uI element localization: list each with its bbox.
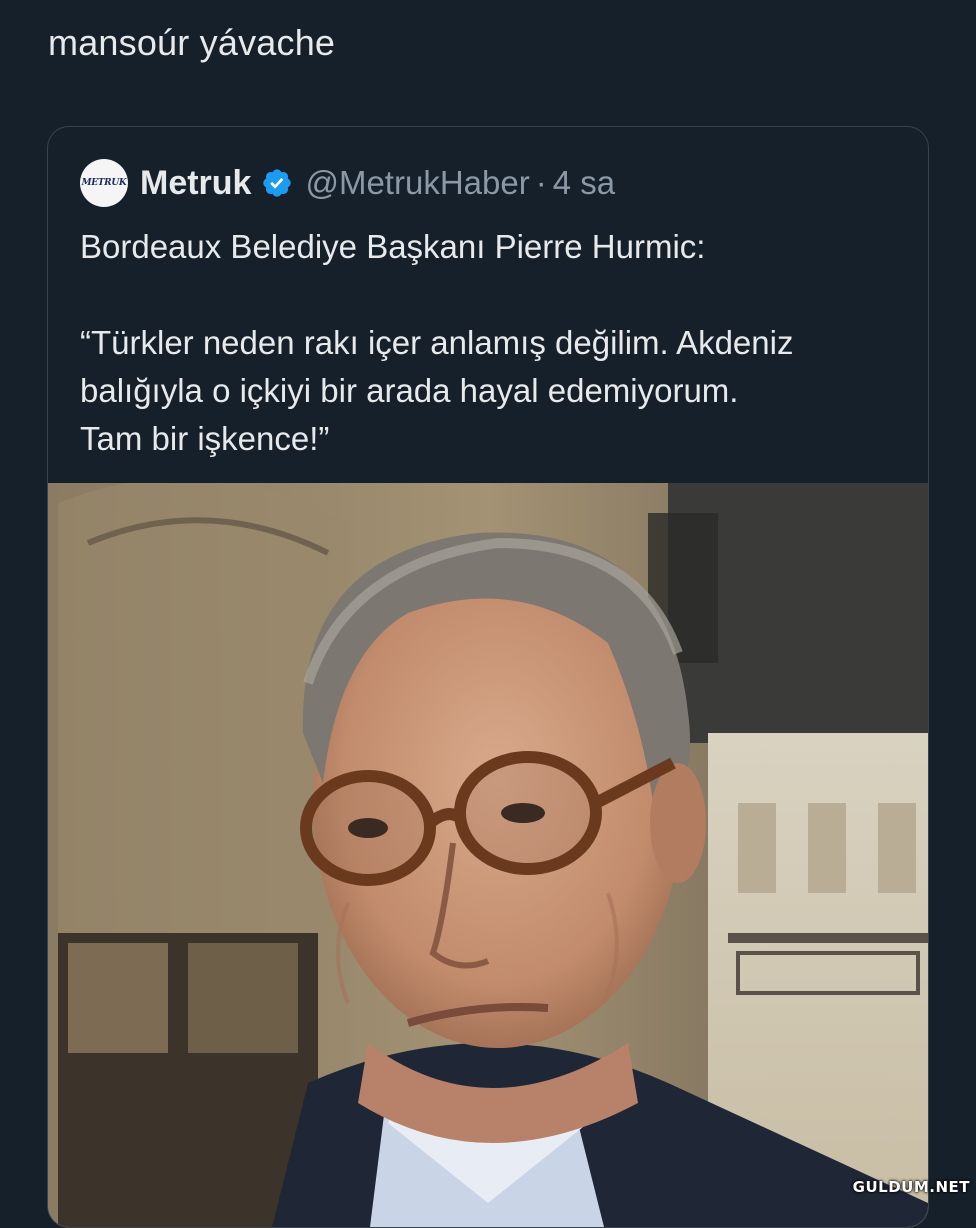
watermark: GULDUM.NET [852,1178,970,1196]
quoted-tweet-header: METRUK Metruk @MetrukHaber · 4 sa [80,157,615,209]
user-handle[interactable]: @MetrukHaber [305,164,529,202]
display-name[interactable]: Metruk [140,164,251,203]
separator-dot: · [535,164,547,201]
person-photo-icon [48,483,928,1227]
verified-badge-icon [261,167,293,199]
quoted-tweet-card[interactable]: METRUK Metruk @MetrukHaber · 4 sa Bordea… [47,126,929,1228]
avatar[interactable]: METRUK [80,159,128,207]
tweet-line: balığıyla o içkiyi bir arada hayal edemi… [80,372,739,409]
tweet-line: “Türkler neden rakı içer anlamış değilim… [80,324,794,361]
tweet-photo[interactable] [48,483,928,1227]
avatar-logo-text: METRUK [81,178,127,188]
timestamp[interactable]: 4 sa [553,164,615,202]
tweet-line: Tam bir işkence!” [80,420,330,457]
tweet-line: Bordeaux Belediye Başkanı Pierre Hurmic: [80,228,706,265]
quoted-tweet-text: Bordeaux Belediye Başkanı Pierre Hurmic:… [80,223,910,463]
reply-text: mansoúr yávache [48,22,336,63]
